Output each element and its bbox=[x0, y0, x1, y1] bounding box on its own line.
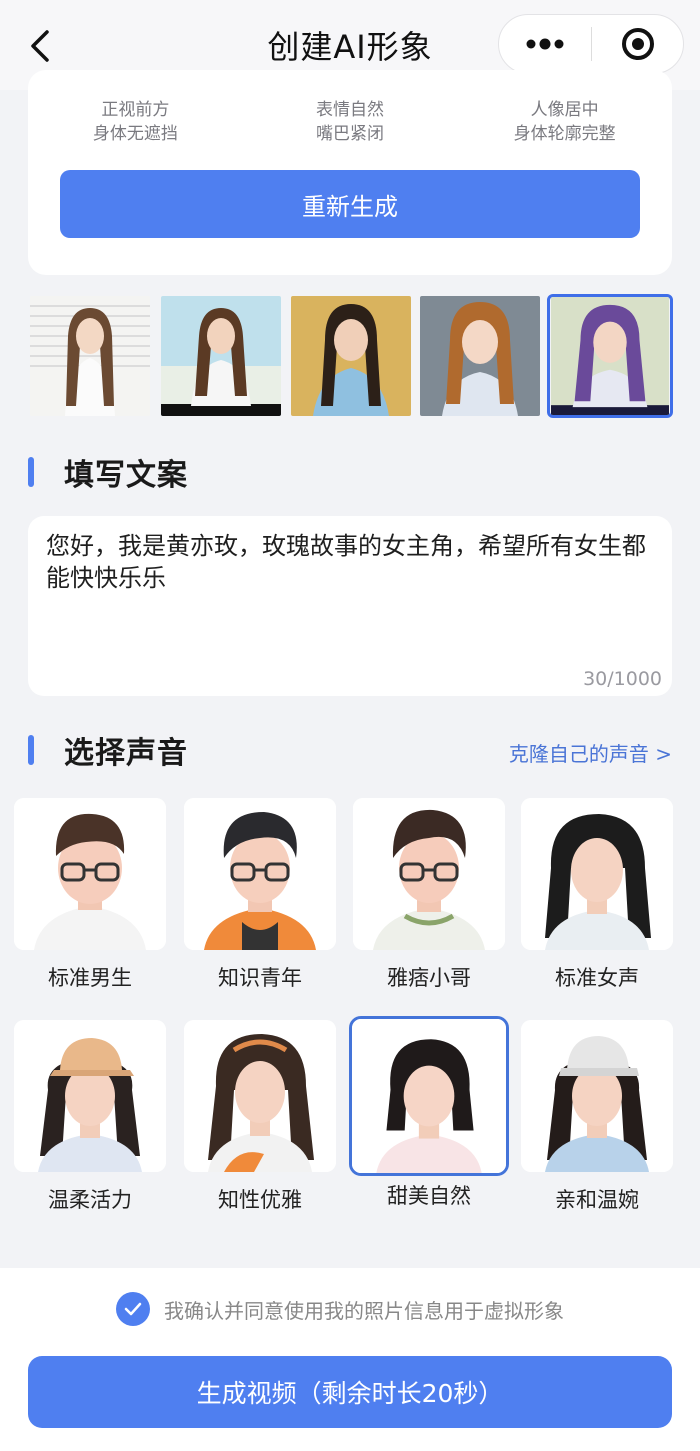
section-title: 填写文案 bbox=[64, 458, 188, 493]
voice-label: 甜美自然 bbox=[387, 1184, 471, 1208]
consent-row: 我确认并同意使用我的照片信息用于虚拟形象 bbox=[116, 1292, 564, 1326]
voice-avatar bbox=[349, 1016, 509, 1176]
tip-front: 正视前方 身体无遮挡 bbox=[28, 98, 243, 146]
tip-line: 身体无遮挡 bbox=[92, 124, 178, 144]
more-button[interactable] bbox=[499, 15, 591, 73]
voice-option[interactable]: 雅痞小哥 bbox=[353, 798, 505, 1008]
photo-tips-card: 正视前方 身体无遮挡 表情自然 嘴巴紧闭 人像居中 身体轮廓完整 重新生成 bbox=[28, 70, 672, 275]
voice-avatar bbox=[184, 798, 336, 950]
voice-avatar bbox=[353, 798, 505, 950]
portrait-image bbox=[30, 296, 150, 416]
voice-avatar bbox=[14, 1020, 166, 1172]
tip-centered: 人像居中 身体轮廓完整 bbox=[457, 98, 672, 146]
tip-line: 正视前方 bbox=[101, 100, 170, 120]
voice-option[interactable]: 亲和温婉 bbox=[521, 1020, 673, 1230]
generate-video-button[interactable]: 生成视频（剩余时长20秒） bbox=[28, 1356, 672, 1428]
tip-line: 表情自然 bbox=[316, 100, 384, 120]
mini-program-capsule bbox=[498, 14, 684, 74]
clone-voice-link[interactable]: 克隆自己的声音 > bbox=[509, 738, 672, 767]
generated-image-5[interactable] bbox=[547, 294, 673, 418]
voice-avatar bbox=[184, 1020, 336, 1172]
generated-image-4[interactable] bbox=[420, 296, 540, 416]
section-accent-bar bbox=[28, 735, 34, 765]
voice-option[interactable]: 知性优雅 bbox=[184, 1020, 336, 1230]
consent-text: 我确认并同意使用我的照片信息用于虚拟形象 bbox=[164, 1298, 564, 1323]
voice-section-header: 选择声音 bbox=[28, 730, 188, 771]
script-section-header: 填写文案 bbox=[28, 452, 188, 493]
character-counter: 30/1000 bbox=[583, 668, 662, 690]
generated-image-3[interactable] bbox=[291, 296, 411, 416]
voice-label: 标准男生 bbox=[48, 966, 132, 990]
tip-expression: 表情自然 嘴巴紧闭 bbox=[243, 98, 458, 146]
portrait-image bbox=[291, 296, 411, 416]
voice-label: 雅痞小哥 bbox=[387, 966, 471, 990]
regenerate-button[interactable]: 重新生成 bbox=[60, 170, 640, 238]
voice-label: 知性优雅 bbox=[218, 1188, 302, 1212]
bottom-action-bar: 我确认并同意使用我的照片信息用于虚拟形象 生成视频（剩余时长20秒） bbox=[0, 1268, 700, 1451]
voice-option-selected[interactable]: 甜美自然 bbox=[349, 1016, 509, 1230]
tip-line: 人像居中 bbox=[530, 100, 599, 120]
tip-line: 身体轮廓完整 bbox=[513, 124, 616, 144]
more-dots-icon bbox=[526, 38, 564, 50]
generated-image-2[interactable] bbox=[161, 296, 281, 416]
voice-label: 亲和温婉 bbox=[555, 1188, 639, 1212]
photo-tips: 正视前方 身体无遮挡 表情自然 嘴巴紧闭 人像居中 身体轮廓完整 bbox=[28, 98, 672, 146]
voice-label: 知识青年 bbox=[218, 966, 302, 990]
voice-label: 温柔活力 bbox=[48, 1188, 132, 1212]
voice-avatar bbox=[14, 798, 166, 950]
generated-image-1[interactable] bbox=[30, 296, 150, 416]
portrait-image bbox=[551, 297, 669, 415]
voice-label: 标准女声 bbox=[555, 966, 639, 990]
tip-line: 嘴巴紧闭 bbox=[316, 124, 384, 144]
voice-option[interactable]: 标准男生 bbox=[14, 798, 166, 1008]
voice-avatar bbox=[521, 1020, 673, 1172]
generated-image-strip bbox=[30, 294, 674, 418]
portrait-image bbox=[420, 296, 540, 416]
target-close-icon bbox=[621, 28, 654, 60]
portrait-image bbox=[161, 296, 281, 416]
voice-avatar bbox=[521, 798, 673, 950]
script-text: 您好，我是黄亦玫，玫瑰故事的女主角，希望所有女生都能快快乐乐 bbox=[46, 532, 646, 592]
voice-option[interactable]: 温柔活力 bbox=[14, 1020, 166, 1230]
voice-option[interactable]: 知识青年 bbox=[184, 798, 336, 1008]
close-button[interactable] bbox=[592, 15, 683, 73]
section-accent-bar bbox=[28, 457, 34, 487]
check-icon bbox=[124, 1302, 142, 1316]
script-text-area[interactable]: 您好，我是黄亦玫，玫瑰故事的女主角，希望所有女生都能快快乐乐 30/1000 bbox=[28, 516, 672, 696]
voice-option[interactable]: 标准女声 bbox=[521, 798, 673, 1008]
consent-checkbox[interactable] bbox=[116, 1292, 150, 1326]
section-title: 选择声音 bbox=[64, 736, 188, 771]
